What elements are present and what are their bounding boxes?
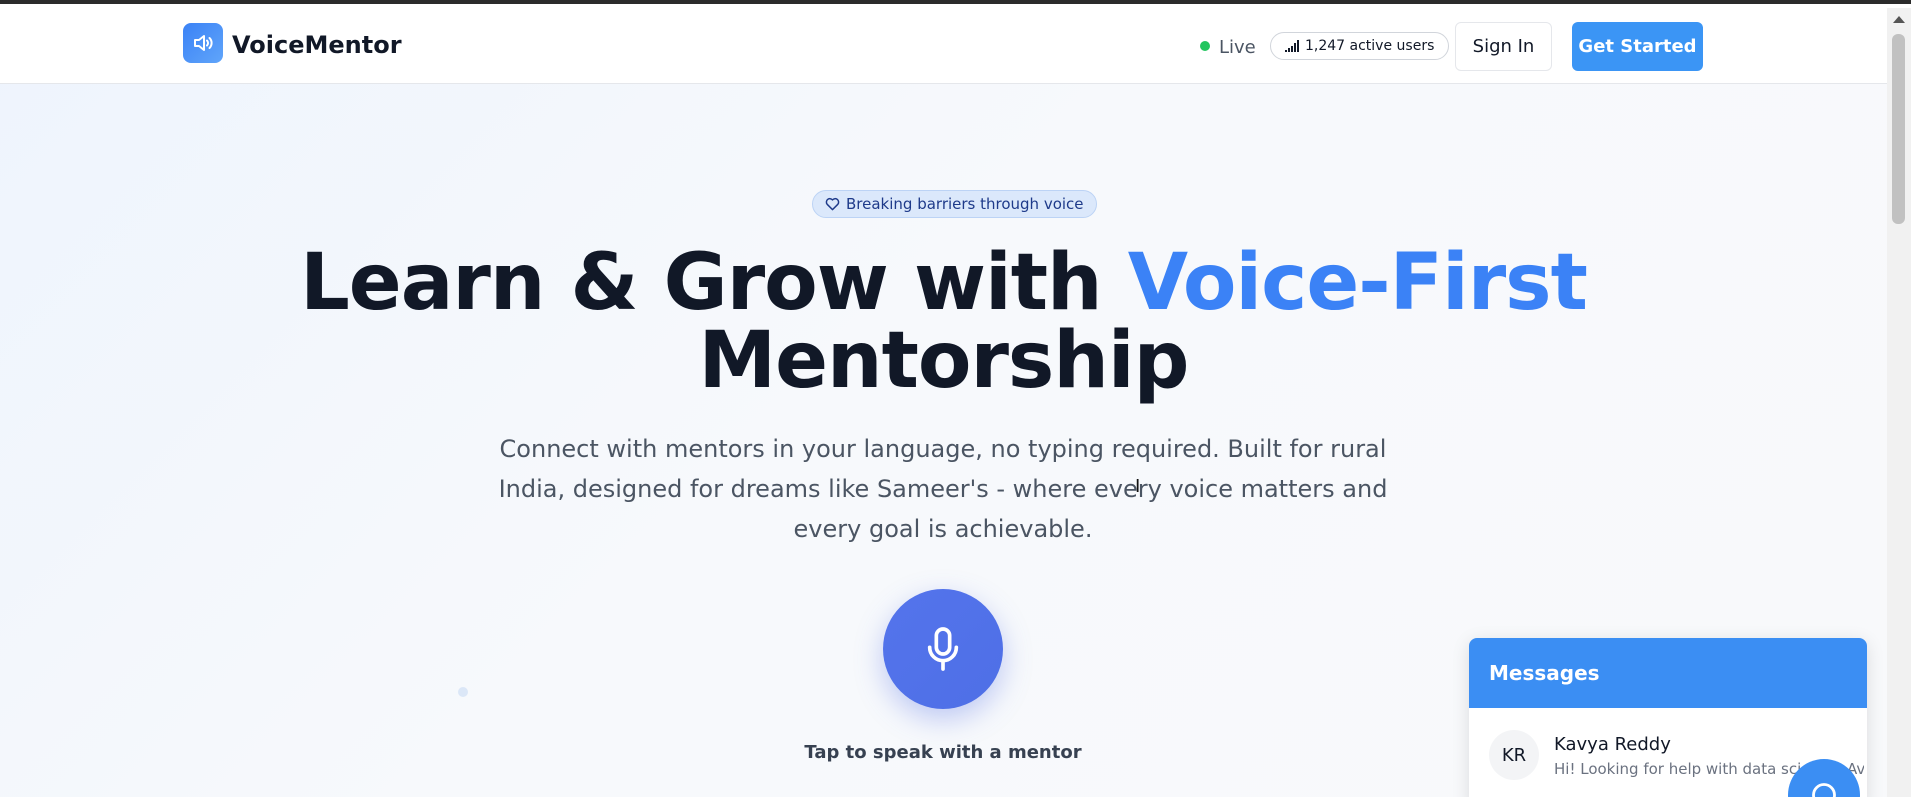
active-users-badge: 1,247 active users [1270, 32, 1450, 60]
microphone-icon [927, 627, 959, 671]
page: VoiceMentor Live 1,247 active users Sign… [0, 4, 1887, 797]
avatar: KR [1489, 730, 1539, 780]
microphone-button[interactable] [883, 589, 1003, 709]
chat-icon [1812, 783, 1836, 797]
heart-icon [825, 197, 840, 211]
hero-subtitle: Connect with mentors in your language, n… [498, 435, 1388, 543]
text-cursor-icon: I [1135, 476, 1141, 497]
speaker-icon[interactable] [183, 23, 223, 63]
hero-headline: Learn & Grow with Voice-First Mentorship [300, 244, 1588, 400]
browser-viewport: VoiceMentor Live 1,247 active users Sign… [0, 0, 1911, 797]
brand-name[interactable]: VoiceMentor [232, 31, 402, 59]
active-users-count: 1,247 active users [1305, 38, 1435, 54]
messages-header[interactable]: Messages [1469, 638, 1867, 708]
vertical-scrollbar[interactable] [1887, 8, 1911, 797]
contact-name: Kavya Reddy [1554, 734, 1671, 755]
top-navbar: VoiceMentor Live 1,247 active users Sign… [0, 4, 1887, 84]
live-status-dot [1200, 41, 1210, 51]
get-started-button[interactable]: Get Started [1572, 22, 1703, 71]
scroll-up-arrow-icon[interactable] [1893, 16, 1905, 23]
live-label: Live [1219, 37, 1256, 58]
headline-part1: Learn & Grow with [300, 238, 1128, 328]
tagline-badge: Breaking barriers through voice [812, 190, 1097, 218]
mic-caption: Tap to speak with a mentor [804, 742, 1082, 763]
sign-in-button[interactable]: Sign In [1455, 22, 1552, 71]
headline-accent: Voice-First [1127, 238, 1588, 328]
signal-bars-icon [1285, 40, 1299, 52]
decorative-dot [458, 687, 468, 697]
headline-part2: Mentorship [698, 316, 1190, 406]
tagline-text: Breaking barriers through voice [846, 195, 1084, 213]
scrollbar-thumb[interactable] [1892, 34, 1905, 224]
